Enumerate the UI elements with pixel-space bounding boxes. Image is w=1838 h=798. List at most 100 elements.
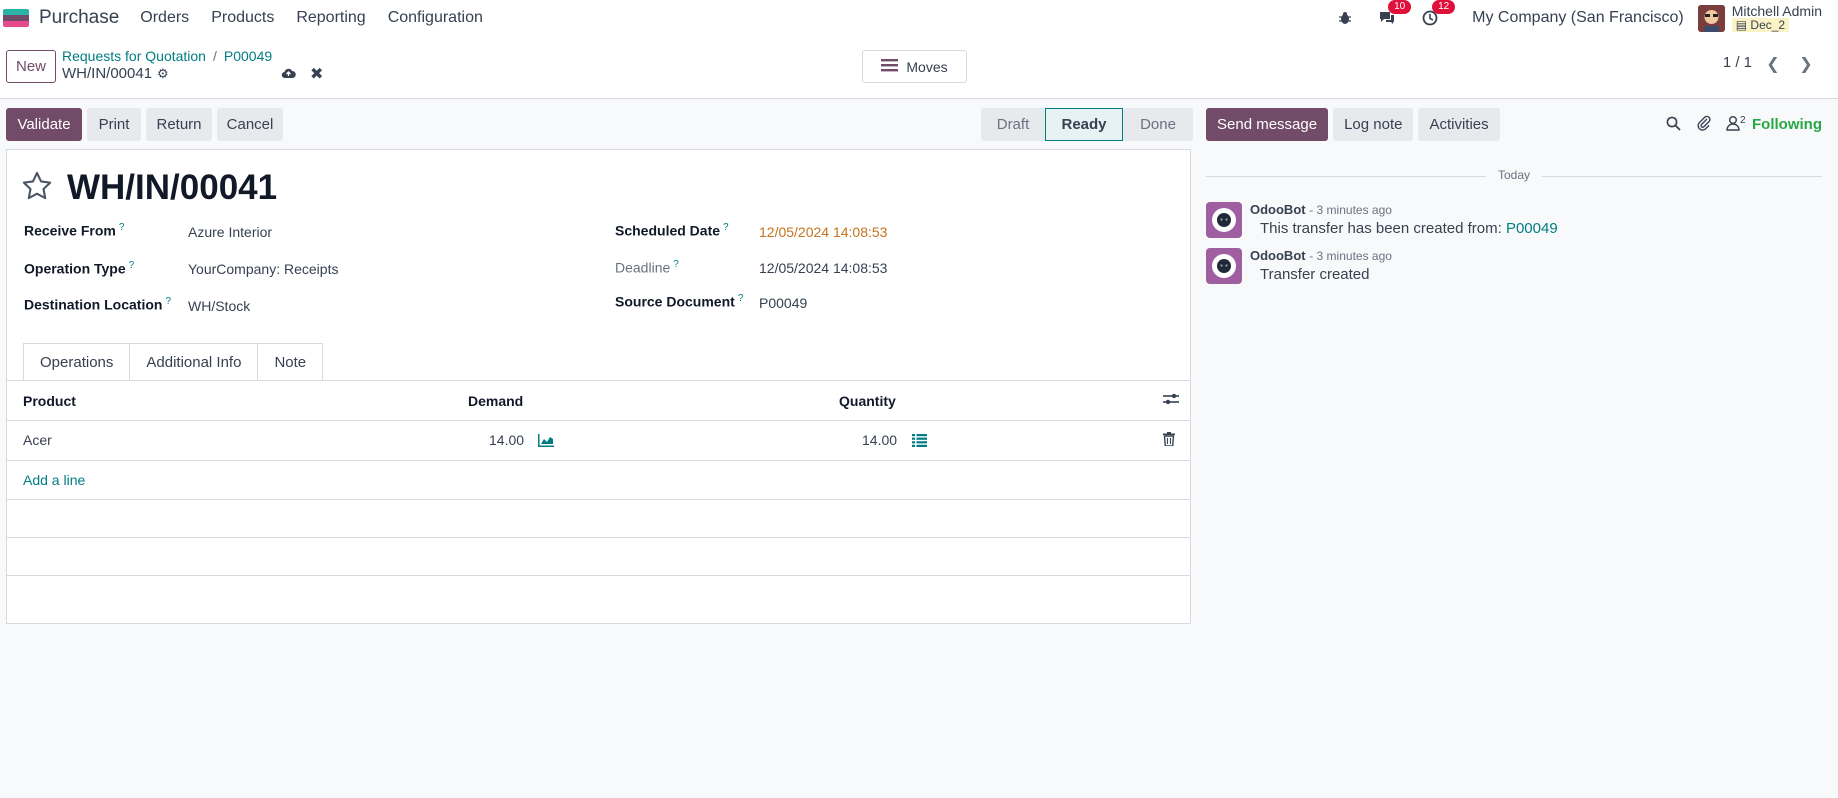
menu-reporting[interactable]: Reporting — [296, 9, 365, 27]
activities-button[interactable]: Activities — [1418, 108, 1500, 141]
list-icon — [881, 58, 899, 75]
top-navbar: Purchase Orders Products Reporting Confi… — [0, 0, 1838, 36]
messages-badge: 10 — [1388, 0, 1412, 14]
menu-products[interactable]: Products — [211, 9, 274, 27]
message-link[interactable]: P00049 — [1506, 220, 1558, 237]
chatter: Send message Log note Activities 2 Follo… — [1206, 108, 1822, 284]
breadcrumb-rfq[interactable]: Requests for Quotation — [62, 48, 206, 64]
menu-configuration[interactable]: Configuration — [388, 9, 483, 27]
pager-next-icon[interactable]: ❯ — [1792, 50, 1820, 78]
detailed-operations-list-icon[interactable] — [912, 434, 927, 450]
destination-location-label: Destination Location? — [24, 296, 172, 313]
database-name: ▤ Dec_2 — [1731, 18, 1790, 32]
user-name[interactable]: Mitchell Admin — [1732, 4, 1822, 18]
followers-count: 2 — [1740, 115, 1746, 126]
column-demand[interactable]: Demand — [468, 393, 523, 409]
help-tooltip: ? — [723, 222, 729, 233]
debug-bug-icon[interactable] — [1338, 11, 1352, 25]
help-tooltip: ? — [673, 259, 679, 270]
message-author[interactable]: OdooBot - 3 minutes ago — [1250, 202, 1392, 217]
company-switcher[interactable]: My Company (San Francisco) — [1472, 9, 1684, 27]
pager-previous-icon[interactable]: ❮ — [1759, 50, 1787, 78]
menu-orders[interactable]: Orders — [140, 9, 189, 27]
row-demand[interactable]: 14.00 — [489, 432, 524, 448]
help-tooltip: ? — [128, 260, 135, 271]
help-tooltip: ? — [165, 296, 172, 307]
column-quantity[interactable]: Quantity — [839, 393, 896, 409]
new-button[interactable]: New — [6, 50, 56, 83]
row-quantity[interactable]: 14.00 — [862, 432, 897, 448]
date-divider-label: Today — [1486, 168, 1542, 182]
row-product[interactable]: Acer — [23, 432, 52, 448]
help-tooltip: ? — [737, 293, 744, 304]
message-body: Transfer created — [1260, 266, 1370, 283]
discard-close-icon[interactable]: ✖ — [310, 64, 323, 84]
odoobot-avatar[interactable] — [1206, 248, 1242, 284]
log-note-button[interactable]: Log note — [1333, 108, 1414, 141]
moves-smart-button[interactable]: Moves — [862, 50, 967, 83]
record-name: WH/IN/00041 ⚙ — [62, 65, 169, 82]
send-message-button[interactable]: Send message — [1206, 108, 1329, 141]
odoobot-avatar[interactable] — [1206, 202, 1242, 238]
tab-note[interactable]: Note — [257, 343, 324, 381]
user-avatar[interactable] — [1697, 4, 1725, 32]
favorite-star-icon[interactable] — [21, 171, 53, 206]
record-title: WH/IN/00041 — [67, 168, 278, 207]
app-logo-icon[interactable] — [3, 9, 29, 27]
add-line-link[interactable]: Add a line — [23, 472, 85, 488]
message-body: This transfer has been created from: P00… — [1260, 220, 1558, 237]
search-icon[interactable] — [1666, 116, 1681, 136]
activities-clock-icon[interactable]: 12 — [1422, 0, 1456, 26]
table-row — [7, 575, 1190, 623]
forecast-chart-icon[interactable] — [538, 434, 554, 450]
activities-badge: 12 — [1432, 0, 1456, 14]
app-name[interactable]: Purchase — [39, 7, 119, 29]
paperclip-attachments-icon[interactable] — [1697, 115, 1711, 136]
scheduled-date-field[interactable]: 12/05/2024 14:08:53 — [759, 224, 887, 240]
followers-user-icon[interactable]: 2 — [1726, 115, 1746, 131]
return-button[interactable]: Return — [146, 108, 212, 141]
deadline-label: Deadline? — [615, 259, 679, 276]
operation-type-label: Operation Type? — [24, 260, 135, 277]
table-row — [7, 537, 1190, 575]
receive-from-label: Receive From? — [24, 222, 125, 239]
following-toggle[interactable]: Following — [1752, 116, 1822, 133]
print-button[interactable]: Print — [87, 108, 141, 141]
source-document-label: Source Document? — [615, 293, 744, 310]
column-product[interactable]: Product — [23, 393, 76, 409]
database-icon: ▤ — [1735, 18, 1748, 32]
validate-button[interactable]: Validate — [6, 108, 82, 141]
add-line-row: Add a line — [7, 460, 1190, 499]
breadcrumb-po[interactable]: P00049 — [224, 48, 272, 64]
save-cloud-icon[interactable] — [281, 66, 296, 84]
destination-location-field[interactable]: WH/Stock — [188, 298, 250, 314]
control-panel: New Requests for Quotation / P00049 WH/IN/… — [0, 36, 1838, 99]
tab-operations[interactable]: Operations — [23, 343, 131, 381]
tab-additional-info[interactable]: Additional Info — [129, 343, 259, 381]
breadcrumb: Requests for Quotation / P00049 — [62, 48, 273, 64]
optional-columns-toggle-icon[interactable] — [1163, 392, 1179, 409]
help-tooltip: ? — [118, 222, 125, 233]
messages-chat-icon[interactable]: 10 — [1378, 0, 1412, 26]
action-bar: Validate Print Return Cancel — [6, 108, 288, 141]
receive-from-field[interactable]: Azure Interior — [188, 224, 272, 240]
status-bar: Draft Ready Done — [981, 108, 1193, 141]
table-row — [7, 499, 1190, 537]
stage-ready[interactable]: Ready — [1045, 108, 1123, 141]
stage-draft[interactable]: Draft — [981, 108, 1045, 141]
table-row[interactable]: Acer 14.00 14.00 — [7, 420, 1190, 460]
stage-done[interactable]: Done — [1123, 108, 1193, 141]
gear-icon[interactable]: ⚙ — [157, 66, 169, 82]
pager-value[interactable]: 1 / 1 — [1723, 54, 1752, 71]
operation-type-field[interactable]: YourCompany: Receipts — [188, 261, 338, 277]
delete-trash-icon[interactable] — [1163, 432, 1175, 449]
scheduled-date-label: Scheduled Date? — [615, 222, 729, 239]
notebook-tabs: Operations Additional Info Note — [23, 343, 324, 381]
message-author[interactable]: OdooBot - 3 minutes ago — [1250, 248, 1392, 263]
form-sheet: WH/IN/00041 Receive From? Azure Interior… — [6, 149, 1191, 624]
source-document-field[interactable]: P00049 — [759, 295, 807, 311]
cancel-button[interactable]: Cancel — [217, 108, 283, 141]
table-header: Product Demand Quantity — [7, 380, 1190, 420]
deadline-field[interactable]: 12/05/2024 14:08:53 — [759, 260, 887, 276]
message-time: - 3 minutes ago — [1309, 249, 1392, 263]
